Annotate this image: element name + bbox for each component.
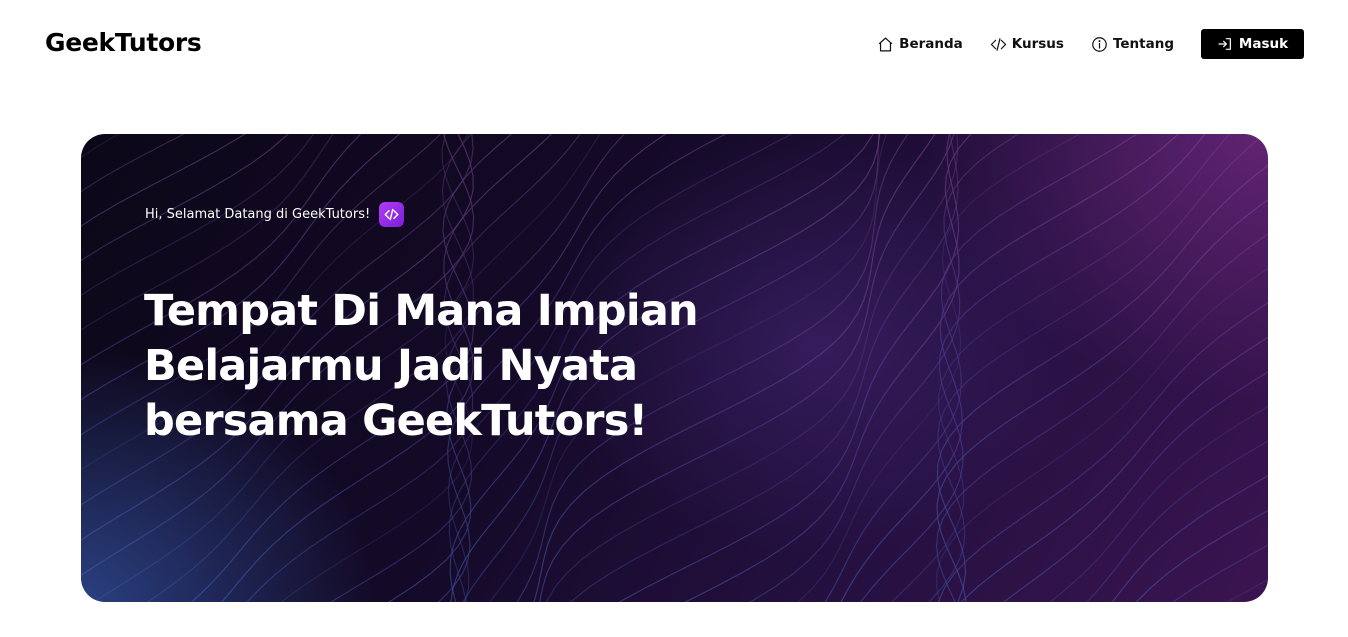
login-label: Masuk [1238,36,1289,52]
nav-item-tentang[interactable]: Tentang [1091,36,1174,53]
wave-line [1172,544,1268,602]
wave-line [938,302,1268,602]
hero-headline: Tempat Di Mana Impian Belajarmu Jadi Nya… [144,284,764,449]
headline-line-2: Belajarmu Jadi Nyata [144,341,638,391]
wave-line [1049,405,1268,602]
wave-line [936,164,1268,602]
headline-line-3: bersama GeekTutors! [144,396,648,446]
code-icon [384,208,399,221]
home-icon [878,37,893,51]
hero-greeting: Hi, Selamat Datang di GeekTutors! [145,202,405,227]
wave-line [1217,134,1268,602]
login-button[interactable]: Masuk [1201,29,1304,59]
wave-line [936,267,1268,602]
wave-line [936,198,1268,602]
wave-line [960,336,1268,602]
nav-links: Beranda Kursus Tentang Masuk [877,29,1304,59]
nav-label-beranda: Beranda [899,36,963,52]
nav-item-kursus[interactable]: Kursus [990,36,1064,53]
wave-line [1135,509,1268,602]
navbar: GeekTutors Beranda Kursus Tentang Masuk [0,0,1348,90]
login-icon [1218,38,1231,50]
nav-label-kursus: Kursus [1011,36,1064,52]
wave-line [935,233,1268,602]
nav-label-tentang: Tentang [1112,36,1174,52]
wave-line [1111,475,1268,602]
code-icon [990,37,1006,51]
wave-line [824,134,1138,602]
wave-line [891,134,1231,602]
brand-logo[interactable]: GeekTutors [45,28,202,57]
code-badge [379,202,405,227]
nav-item-beranda[interactable]: Beranda [877,36,963,53]
greeting-text: Hi, Selamat Datang di GeekTutors! [145,207,371,222]
info-icon [1092,36,1107,52]
headline-line-1: Tempat Di Mana Impian [144,286,699,336]
hero-banner: Hi, Selamat Datang di GeekTutors! Tempat… [81,134,1268,602]
